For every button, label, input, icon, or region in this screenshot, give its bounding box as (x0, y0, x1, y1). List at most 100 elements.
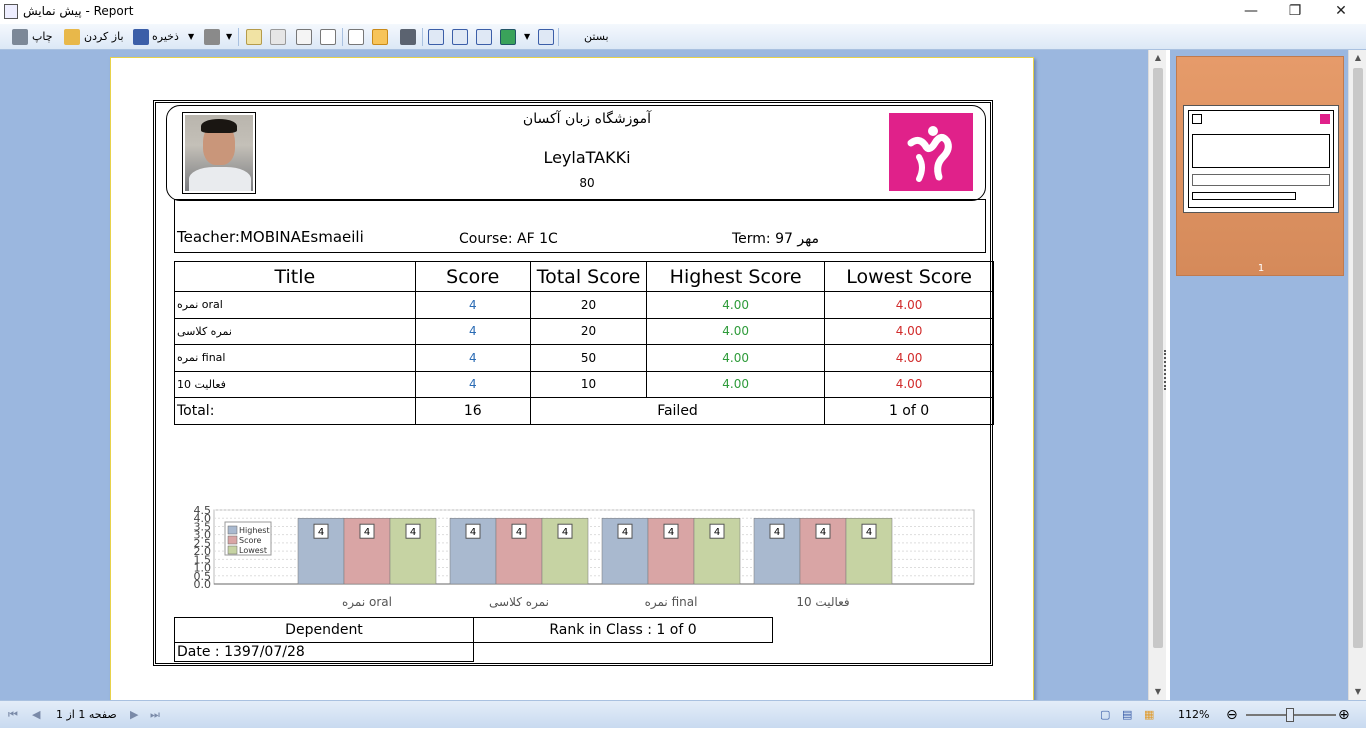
page-setup-icon[interactable] (320, 29, 336, 45)
x-tick-label: نمره oral (342, 595, 392, 610)
rank-in-class: Rank in Class : 1 of 0 (473, 617, 773, 643)
data-label: 4 (364, 527, 370, 538)
splitter-handle[interactable] (1164, 350, 1168, 390)
total-label: Total: (174, 397, 416, 425)
student-name: LeylaTAKKi (543, 148, 631, 167)
edit-icon[interactable] (296, 29, 312, 45)
scroll-thumb[interactable] (1153, 68, 1163, 648)
chevron-down-icon[interactable]: ▼ (524, 27, 530, 47)
previous-page-icon[interactable]: ◀ (32, 701, 40, 729)
scroll-down-icon[interactable]: ▼ (1349, 684, 1366, 700)
student-code: 80 (579, 176, 595, 190)
scroll-thumb[interactable] (1353, 68, 1363, 648)
teacher-name: Teacher:MOBINAEsmaeili (177, 228, 364, 246)
printer-icon[interactable] (12, 29, 28, 45)
separator (238, 28, 239, 46)
data-label: 4 (820, 527, 826, 538)
page-thumbnail[interactable]: 1 (1176, 56, 1344, 276)
column-header: Highest Score (646, 261, 826, 292)
multi-page-icon[interactable] (500, 29, 516, 45)
two-pages-icon[interactable] (476, 29, 492, 45)
scroll-down-icon[interactable]: ▼ (1149, 684, 1167, 700)
dependent-label: Dependent (174, 617, 474, 643)
data-label: 4 (622, 527, 628, 538)
chevron-down-icon[interactable]: ▼ (226, 27, 232, 47)
next-page-icon[interactable]: ▶ (130, 701, 138, 729)
single-page-view-icon[interactable]: ▢ (1100, 701, 1110, 729)
folder-open-icon[interactable] (64, 29, 80, 45)
total-score: 16 (414, 397, 531, 425)
save-icon[interactable] (133, 29, 149, 45)
report-header: آموزشگاه زبان آکسان LeylaTAKKi 80 (166, 105, 986, 201)
delete-page-icon[interactable] (270, 29, 286, 45)
legend-label: Highest (239, 526, 270, 535)
report-frame: آموزشگاه زبان آکسان LeylaTAKKi 80 Teache… (153, 100, 994, 666)
report-app-icon (4, 4, 18, 19)
report-date: Date : 1397/07/28 (174, 642, 474, 662)
data-label: 4 (562, 527, 568, 538)
maximize-button[interactable]: ❐ (1272, 0, 1318, 24)
rank: 1 of 0 (824, 397, 994, 425)
pass-status: Failed (529, 397, 826, 425)
page-width-icon[interactable] (538, 29, 554, 45)
course-info: Teacher:MOBINAEsmaeili Course: AF 1C Ter… (174, 199, 986, 253)
scroll-up-icon[interactable]: ▲ (1349, 50, 1366, 66)
scores-table: Title Score Total Score Highest Score Lo… (174, 261, 994, 425)
last-page-icon[interactable]: ⏭ (150, 701, 160, 729)
continuous-page-icon[interactable] (452, 29, 468, 45)
close-preview-button[interactable]: بستن (584, 27, 609, 47)
score-chart: 0.0 0.5 1.0 1.5 2.0 2.5 3.0 3.5 4.0 4.5 4 4 4 نمره or… (174, 498, 984, 618)
zoom-in-icon[interactable]: ⊕ (1338, 701, 1350, 729)
thumbnail-page-preview (1183, 105, 1339, 213)
bookmarks-icon[interactable] (348, 29, 364, 45)
multi-page-view-icon[interactable]: ▦ (1144, 701, 1154, 729)
legend-swatch (227, 535, 238, 545)
data-label: 4 (318, 527, 324, 538)
data-label: 4 (470, 527, 476, 538)
y-tick-label: 4.5 (194, 504, 212, 517)
student-photo (182, 112, 256, 194)
close-button[interactable]: ✕ (1318, 0, 1364, 24)
score-chart-svg: 0.00.51.01.52.02.53.03.54.04.54 4 4نمره or… (194, 504, 975, 610)
window-title: پیش نمایش - Report (23, 4, 134, 18)
title-bar: پیش نمایش - Report — ❐ ✕ (0, 0, 1366, 24)
zoom-slider-thumb[interactable] (1286, 708, 1294, 722)
x-tick-label: نمره final (645, 595, 698, 610)
print-button[interactable]: چاپ (32, 27, 53, 47)
report-page: آموزشگاه زبان آکسان LeylaTAKKi 80 Teache… (110, 57, 1034, 705)
data-label: 4 (714, 527, 720, 538)
data-label: 4 (668, 527, 674, 538)
save-button[interactable]: ذخیره (152, 27, 179, 47)
separator (558, 28, 559, 46)
column-header: Score (414, 261, 531, 292)
legend-label: Lowest (239, 546, 267, 555)
export-icon[interactable] (204, 29, 220, 45)
total-row: Total: 16 Failed 1 of 0 (174, 397, 994, 425)
thumbnails-scrollbar[interactable]: ▲ ▼ (1348, 50, 1366, 700)
continuous-view-icon[interactable]: ▤ (1122, 701, 1132, 729)
school-name: آموزشگاه زبان آکسان (522, 111, 652, 127)
zoom-out-icon[interactable]: ⊖ (1226, 701, 1238, 729)
chevron-down-icon[interactable]: ▼ (188, 27, 194, 47)
term: Term: 97 مهر (732, 231, 820, 247)
table-row: نمره oral 4 20 4.00 4.00 (174, 291, 994, 319)
find-icon[interactable] (400, 29, 416, 45)
new-page-icon[interactable] (246, 29, 262, 45)
status-bar: ⏮ ◀ صفحه 1 از 1 ▶ ⏭ ▢ ▤ ▦ 112% ⊖ ⊕ (0, 700, 1366, 728)
thumbnails-icon[interactable] (372, 29, 388, 45)
column-header: Title (174, 261, 416, 292)
open-button[interactable]: باز کردن (84, 27, 124, 47)
table-row: نمره کلاسی 4 20 4.00 4.00 (174, 317, 994, 345)
single-page-icon[interactable] (428, 29, 444, 45)
data-label: 4 (410, 527, 416, 538)
page-indicator: صفحه 1 از 1 (56, 708, 117, 721)
separator (422, 28, 423, 46)
table-row: نمره final 4 50 4.00 4.00 (174, 344, 994, 372)
data-label: 4 (866, 527, 872, 538)
legend-swatch (227, 525, 238, 535)
minimize-button[interactable]: — (1228, 0, 1274, 24)
data-label: 4 (516, 527, 522, 538)
first-page-icon[interactable]: ⏮ (8, 701, 18, 729)
scroll-up-icon[interactable]: ▲ (1149, 50, 1167, 66)
legend-label: Score (239, 536, 261, 545)
